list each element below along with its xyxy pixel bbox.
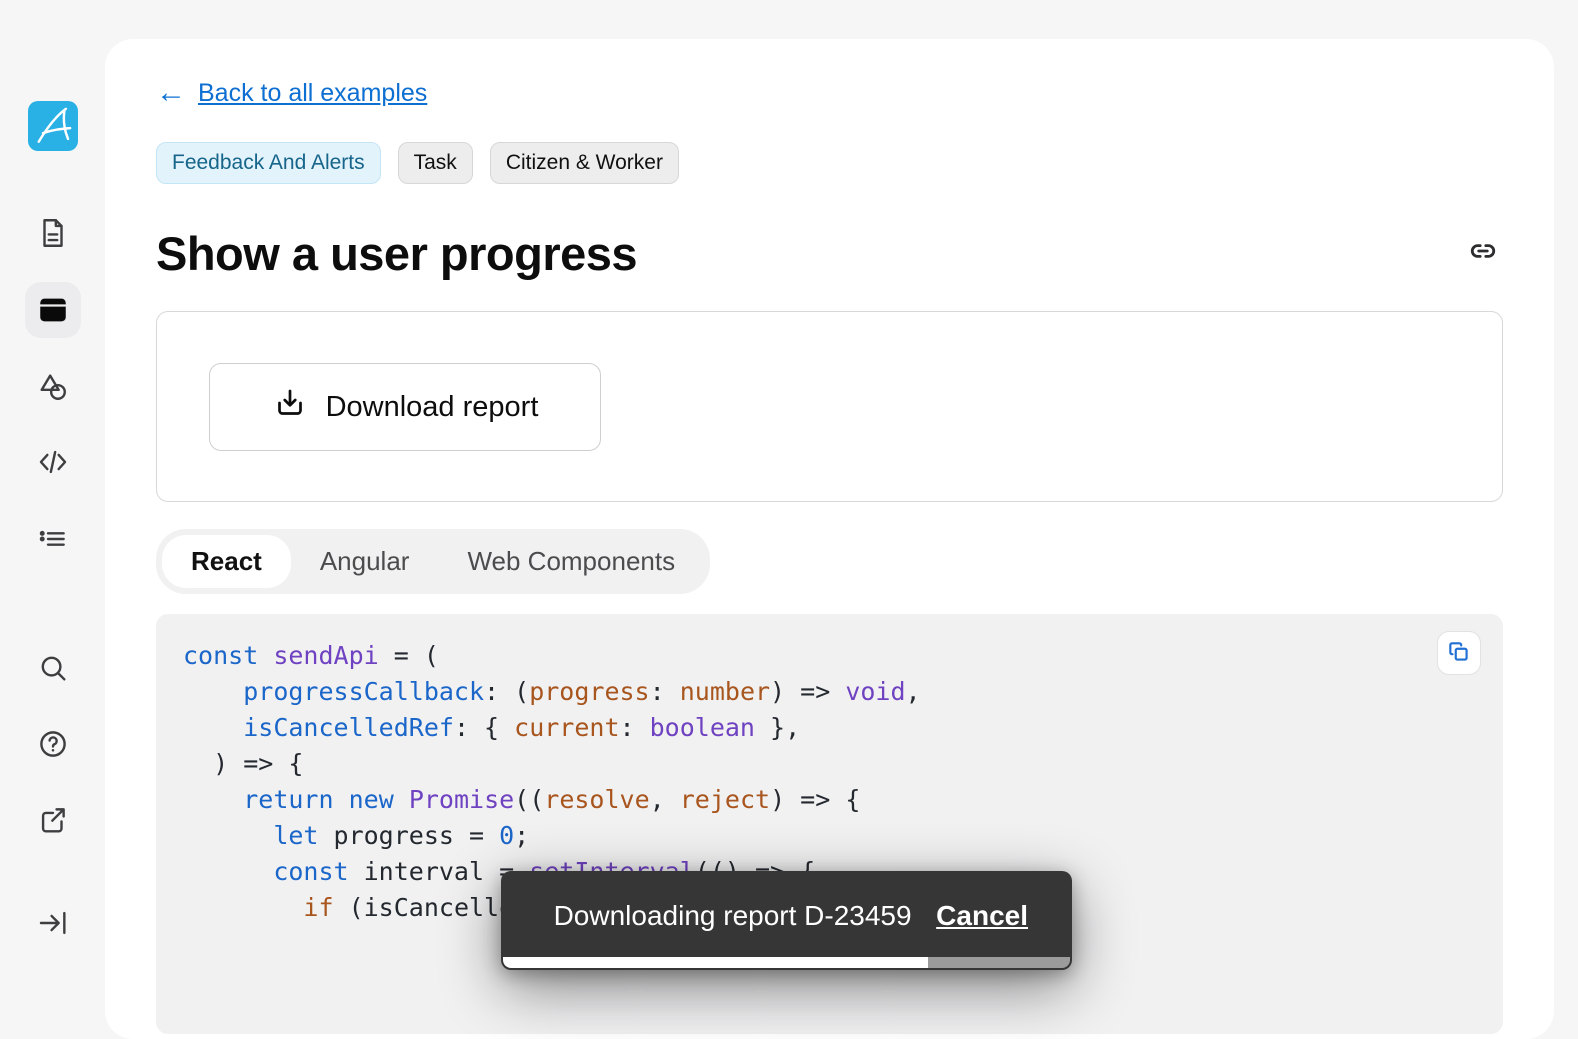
sidebar-item-help[interactable] <box>25 716 81 772</box>
tag-row: Feedback And Alerts Task Citizen & Worke… <box>156 142 1503 184</box>
sidebar-item-list[interactable] <box>25 511 81 567</box>
tag-task[interactable]: Task <box>398 142 473 184</box>
toast-progress-fill <box>503 957 928 968</box>
brand-logo[interactable] <box>28 101 78 151</box>
tag-citizen-worker[interactable]: Citizen & Worker <box>490 142 679 184</box>
code-line: return new Promise((resolve, reject) => … <box>183 782 1503 818</box>
toast-progress-track <box>503 957 1070 968</box>
back-to-examples-link[interactable]: Back to all examples <box>198 79 427 108</box>
code-block: const sendApi = ( progressCallback: (pro… <box>156 614 1503 1034</box>
sidebar-item-search[interactable] <box>25 640 81 696</box>
toast-message: Downloading report D-23459 <box>541 900 924 932</box>
browser-icon <box>36 293 70 327</box>
sidebar-item-foundations[interactable] <box>25 359 81 415</box>
sidebar-item-examples[interactable] <box>25 282 81 338</box>
title-row: Show a user progress <box>156 226 1503 281</box>
tag-feedback-and-alerts[interactable]: Feedback And Alerts <box>156 142 381 184</box>
download-icon <box>272 385 308 429</box>
code-line: isCancelledRef: { current: boolean }, <box>183 710 1503 746</box>
download-report-button[interactable]: Download report <box>209 363 601 451</box>
shapes-icon <box>36 370 70 404</box>
tab-react[interactable]: React <box>162 535 291 588</box>
sidebar-item-collapse[interactable] <box>25 895 81 951</box>
sidebar-item-external[interactable] <box>25 792 81 848</box>
copy-code-button[interactable] <box>1437 631 1481 675</box>
external-link-icon <box>36 803 70 837</box>
framework-tabs: React Angular Web Components <box>156 529 710 594</box>
sidebar-item-docs[interactable] <box>25 205 81 261</box>
page-title: Show a user progress <box>156 226 637 281</box>
list-icon <box>36 522 70 556</box>
code-icon <box>36 445 70 479</box>
code-line: const sendApi = ( <box>183 638 1503 674</box>
code-line: let progress = 0; <box>183 818 1503 854</box>
tab-angular[interactable]: Angular <box>291 535 439 588</box>
back-row: ← Back to all examples <box>156 78 1503 108</box>
document-icon <box>36 216 70 250</box>
code-line: progressCallback: (progress: number) => … <box>183 674 1503 710</box>
code-line: ) => { <box>183 746 1503 782</box>
brand-logo-icon <box>28 101 78 151</box>
demo-preview: Download report <box>156 311 1503 502</box>
permalink-button[interactable] <box>1463 234 1503 274</box>
sidebar-item-code[interactable] <box>25 434 81 490</box>
back-arrow-icon: ← <box>156 78 186 108</box>
sidebar <box>0 0 105 983</box>
toast-cancel-link[interactable]: Cancel <box>936 900 1028 932</box>
help-icon <box>36 727 70 761</box>
link-icon <box>1466 234 1500 273</box>
copy-icon <box>1446 639 1472 668</box>
download-toast: Downloading report D-23459 Cancel <box>501 871 1072 970</box>
collapse-icon <box>36 906 70 940</box>
search-icon <box>36 651 70 685</box>
download-report-label: Download report <box>326 391 539 424</box>
tab-web-components[interactable]: Web Components <box>438 535 704 588</box>
